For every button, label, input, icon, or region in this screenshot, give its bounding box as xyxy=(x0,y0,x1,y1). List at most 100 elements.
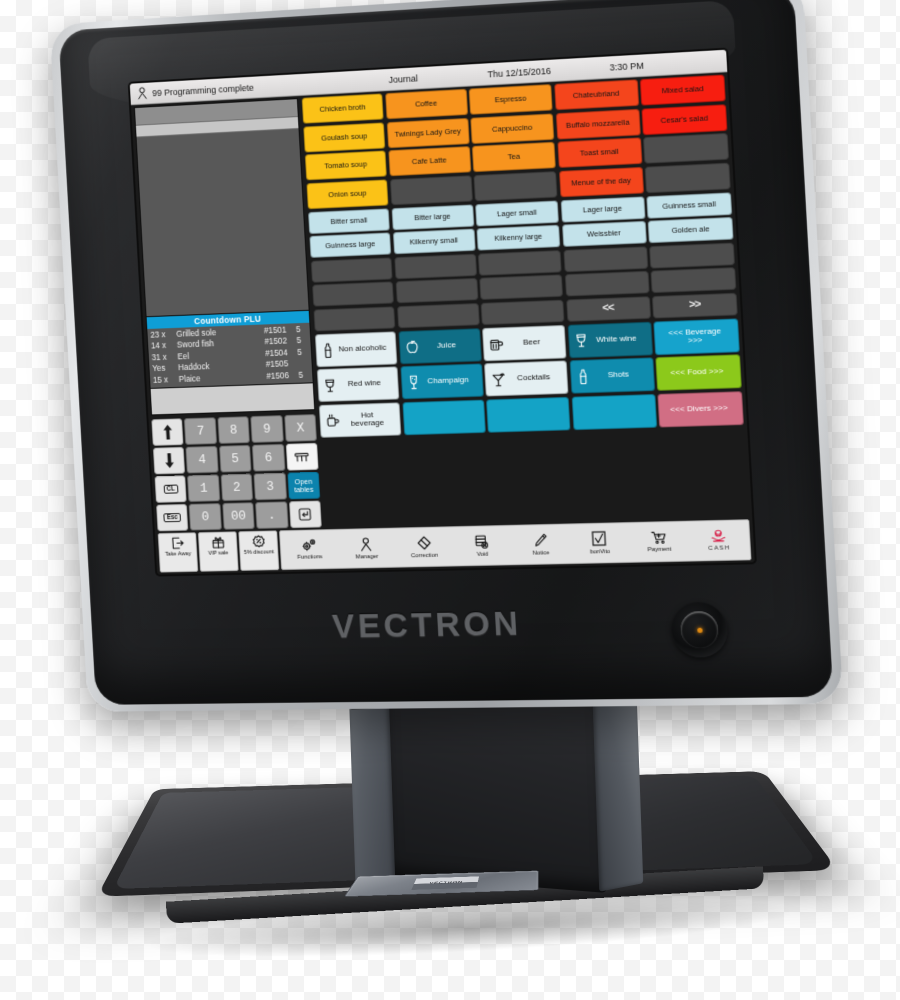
toolbar-item[interactable]: Manager xyxy=(337,529,396,568)
toolbar-item[interactable]: Payment xyxy=(628,522,690,562)
product-button[interactable]: Onion soup xyxy=(306,178,389,209)
category-button[interactable]: Non alcoholic xyxy=(314,330,398,367)
category-grid[interactable]: Non alcoholic Juice Beer White wine <<< Beve… xyxy=(314,317,744,438)
toolbar-item[interactable]: bonVito xyxy=(569,523,630,563)
category-button[interactable]: Cocktails xyxy=(484,360,569,397)
category-button[interactable] xyxy=(571,393,657,430)
product-button[interactable]: Cafe Latte xyxy=(387,146,471,177)
category-button[interactable]: <<< Beverage >>> xyxy=(653,317,740,355)
status-journal[interactable]: Journal xyxy=(348,71,460,87)
keypad-key[interactable]: Esc xyxy=(156,503,189,532)
product-label: Bitter large xyxy=(413,211,451,222)
page-nav-button[interactable]: << xyxy=(565,295,651,322)
product-button[interactable]: Toast small xyxy=(556,137,642,168)
keypad-key-label: 1 xyxy=(199,480,208,496)
toolbar-small-button[interactable]: VIP sale xyxy=(197,531,239,572)
apple-icon xyxy=(405,340,418,354)
category-button[interactable]: Beer xyxy=(482,324,567,361)
product-button[interactable]: Chateubriand xyxy=(553,79,639,111)
product-label: Lager small xyxy=(496,207,537,218)
product-button[interactable]: Weissbier xyxy=(561,220,647,247)
toolbar-item[interactable]: Functions xyxy=(280,530,339,569)
category-label: Shots xyxy=(607,369,630,380)
left-column: Countdown PLU 23 x Grilled sole #1501 5 14 x… xyxy=(130,95,324,534)
category-button[interactable]: White wine xyxy=(567,321,653,358)
keypad-key[interactable]: 4 xyxy=(185,445,219,474)
product-button[interactable]: Guinness large xyxy=(309,232,392,258)
category-button[interactable]: Shots xyxy=(569,357,655,394)
product-button[interactable]: Guinness small xyxy=(646,191,733,219)
toolbar-small-button[interactable]: 5% discount xyxy=(238,530,280,571)
countdown-num: 5 xyxy=(298,369,304,380)
product-button[interactable]: Menue of the day xyxy=(558,166,644,197)
product-button[interactable]: Bitter small xyxy=(308,207,390,234)
keypad-key-label: Esc xyxy=(163,513,182,523)
page-nav-button[interactable]: >> xyxy=(651,292,738,319)
product-button[interactable]: Twinings Lady Grey xyxy=(386,117,470,148)
product-button[interactable]: Cappuccino xyxy=(470,112,555,144)
product-button[interactable]: Lager small xyxy=(475,199,559,226)
toolbar-small-label: Take Away xyxy=(164,551,192,558)
category-button[interactable]: Hot beverage xyxy=(318,401,402,438)
toolbar-item-label: Notice xyxy=(532,549,550,557)
toolbar-small-buttons[interactable]: Take Away VIP sale 5% discount xyxy=(155,530,281,574)
keypad-key[interactable]: 0 xyxy=(189,503,222,531)
product-button[interactable]: Tomato soup xyxy=(304,150,387,181)
touchscreen[interactable]: 99 Programming complete Journal Thu 12/1… xyxy=(129,49,755,575)
keypad-key[interactable]: 7 xyxy=(184,417,217,445)
product-button[interactable]: Chicken broth xyxy=(301,93,384,124)
keypad-key[interactable]: 00 xyxy=(222,502,255,530)
journal-body xyxy=(136,128,309,317)
keypad-key[interactable]: CL xyxy=(154,475,188,503)
keypad-key[interactable]: 2 xyxy=(220,473,254,502)
toolbar-item-label: Void xyxy=(476,551,489,558)
keypad-key[interactable]: 5 xyxy=(218,444,252,473)
keypad-key[interactable]: 1 xyxy=(187,474,221,502)
product-button[interactable]: Lager large xyxy=(560,195,645,223)
pos-ui: 99 Programming complete Journal Thu 12/1… xyxy=(129,49,755,575)
keypad-key-label: 3 xyxy=(265,478,275,494)
countdown-name: Plaice xyxy=(178,372,201,384)
keypad-key[interactable] xyxy=(288,500,322,529)
keypad-key[interactable]: 3 xyxy=(253,472,287,501)
keypad-key-label: 6 xyxy=(264,450,273,466)
product-button[interactable]: Kilkenny small xyxy=(392,228,476,255)
category-button[interactable] xyxy=(486,396,571,433)
numeric-keypad[interactable]: 7 8 9 X 4 5 6 CL 1 2 3 Open tables Esc 0 00. xyxy=(151,412,322,533)
product-button[interactable]: Mixed salad xyxy=(639,74,726,106)
category-button[interactable] xyxy=(401,399,486,435)
keypad-key[interactable]: . xyxy=(255,501,289,529)
category-button[interactable]: <<< Food >>> xyxy=(655,354,742,391)
keypad-key[interactable]: X xyxy=(283,414,317,442)
food-item-grid[interactable]: Chicken broth Coffee Espresso Chateubriand M… xyxy=(301,74,731,209)
product-button[interactable]: Buffalo mozzarella xyxy=(555,108,641,140)
product-button[interactable]: Cesar's salad xyxy=(641,103,728,135)
category-button[interactable]: Champaign xyxy=(399,363,484,400)
product-button[interactable]: Bitter large xyxy=(391,203,474,230)
product-button[interactable]: Coffee xyxy=(384,88,468,120)
category-button[interactable]: Red wine xyxy=(316,366,400,403)
keypad-key[interactable] xyxy=(151,418,184,446)
product-button[interactable]: Espresso xyxy=(468,84,553,115)
keypad-key[interactable] xyxy=(285,442,319,471)
keypad-key[interactable]: 8 xyxy=(217,416,251,444)
product-button[interactable]: Golden ale xyxy=(647,216,734,244)
toolbar-item[interactable]: CASH xyxy=(688,520,750,560)
product-button xyxy=(644,162,731,193)
product-label: Cappuccino xyxy=(491,122,533,134)
toolbar-item[interactable]: Void xyxy=(452,526,512,565)
keypad-key[interactable]: 9 xyxy=(250,415,284,443)
toolbar-item[interactable]: Notice xyxy=(510,525,571,565)
journal-panel[interactable] xyxy=(133,98,310,318)
product-button[interactable]: Tea xyxy=(471,141,556,173)
product-button[interactable]: Kilkenny large xyxy=(476,224,561,251)
product-button[interactable]: Goulash soup xyxy=(303,121,386,153)
toolbar-small-button[interactable]: Take Away xyxy=(157,532,199,573)
keypad-key[interactable]: Open tables xyxy=(287,471,321,500)
toolbar-item[interactable]: Correction xyxy=(394,527,454,566)
keypad-key[interactable] xyxy=(152,446,186,475)
category-button[interactable]: Juice xyxy=(397,327,482,364)
keypad-key[interactable]: 6 xyxy=(252,443,286,472)
category-button[interactable]: <<< Divers >>> xyxy=(657,390,744,428)
beer-item-grid[interactable]: Bitter small Bitter large Lager small Lager… xyxy=(308,191,738,331)
